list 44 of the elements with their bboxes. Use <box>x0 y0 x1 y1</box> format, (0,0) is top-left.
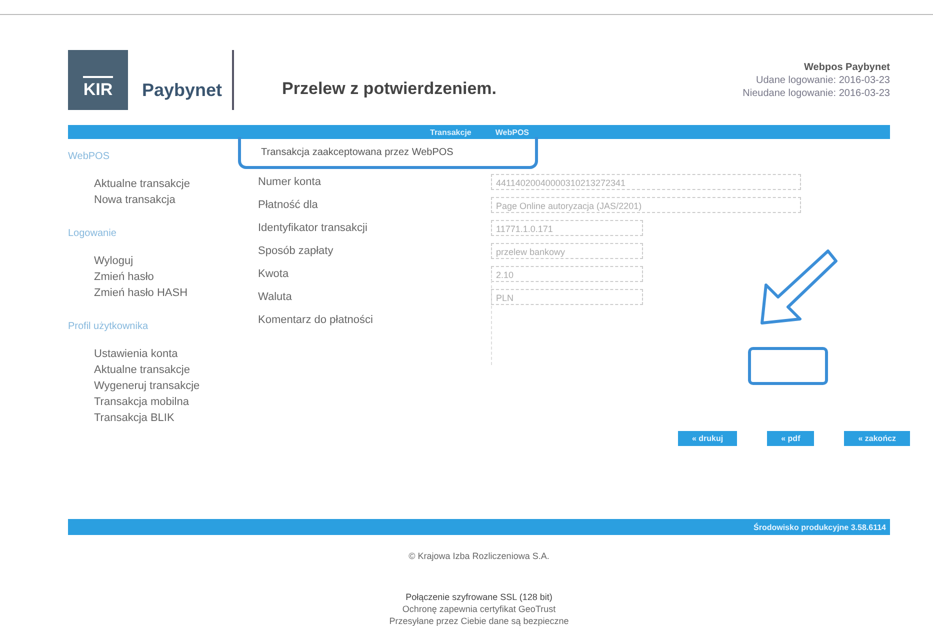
annotation-arrow-icon <box>758 247 838 327</box>
field-label: Numer konta <box>258 176 322 188</box>
sidebar-heading: Logowanie <box>68 228 118 239</box>
sidebar-link[interactable]: Transakcja BLIK <box>68 412 258 424</box>
copyright-text: © Krajowa Izba Rozliczeniowa S.A. <box>408 551 550 561</box>
input-field[interactable]: PLN <box>491 289 643 305</box>
nav-link[interactable]: Transakcje <box>430 128 472 136</box>
sidebar-link[interactable]: Wygeneruj transakcje <box>68 380 258 392</box>
input-field[interactable]: przelew bankowy <box>491 243 643 259</box>
input-field[interactable]: 2.10 <box>491 266 643 282</box>
action-button[interactable]: « pdf <box>767 431 814 446</box>
security-note: Ochronę zapewnia certyfikat GeoTrust <box>402 603 556 615</box>
logo-mark: KIR <box>83 76 113 100</box>
input-field[interactable]: 11771.1.0.171 <box>491 220 643 236</box>
field-label: Sposób zapłaty <box>258 245 334 257</box>
environment-label: Środowisko produkcyjne 3.58.6114 <box>754 522 886 532</box>
sidebar-link[interactable]: Wyloguj <box>68 255 258 267</box>
input-field[interactable]: 44114020040000310213272341 <box>491 174 801 190</box>
sidebar-link[interactable]: Transakcja mobilna <box>68 396 258 408</box>
sidebar-link[interactable]: Nowa transakcja <box>68 194 258 206</box>
sidebar-heading: WebPOS <box>68 151 110 162</box>
login-info: Udane logowanie: 2016-03-23 <box>756 74 890 86</box>
sidebar-link[interactable]: Aktualne transakcje <box>68 364 258 376</box>
field-label: Kwota <box>258 268 290 280</box>
field-label: Komentarz do płatności <box>258 314 374 326</box>
action-button[interactable]: « zakończ <box>844 431 910 446</box>
sidebar-link[interactable]: Ustawienia konta <box>68 348 258 360</box>
field-label: Identyfikator transakcji <box>258 222 368 234</box>
action-button[interactable]: « drukuj <box>678 431 738 446</box>
sidebar-link[interactable]: Aktualne transakcje <box>68 178 258 190</box>
sidebar-link[interactable]: Zmień hasło HASH <box>68 287 258 299</box>
field-label: Płatność dla <box>258 199 319 211</box>
field-label: Waluta <box>258 291 293 303</box>
logo-text: Paybynet <box>142 80 222 100</box>
sidebar-link[interactable]: Zmień hasło <box>68 271 258 283</box>
nav-link[interactable]: WebPOS <box>495 128 530 136</box>
input-field[interactable]: Page Online autoryzacja (JAS/2201) <box>491 197 801 213</box>
security-note: Połączenie szyfrowane SSL (128 bit) <box>406 591 552 603</box>
sidebar-heading: Profil użytkownika <box>68 321 150 332</box>
login-info: Nieudane logowanie: 2016-03-23 <box>742 86 890 100</box>
security-note: Przesyłane przez Ciebie dane są bezpieczne <box>389 615 569 626</box>
status-message: Transakcja zaakceptowana przez WebPOS <box>238 137 538 169</box>
page-title: Przelew z potwierdzeniem. <box>282 79 498 99</box>
user-name: Webpos Paybynet <box>804 60 890 74</box>
